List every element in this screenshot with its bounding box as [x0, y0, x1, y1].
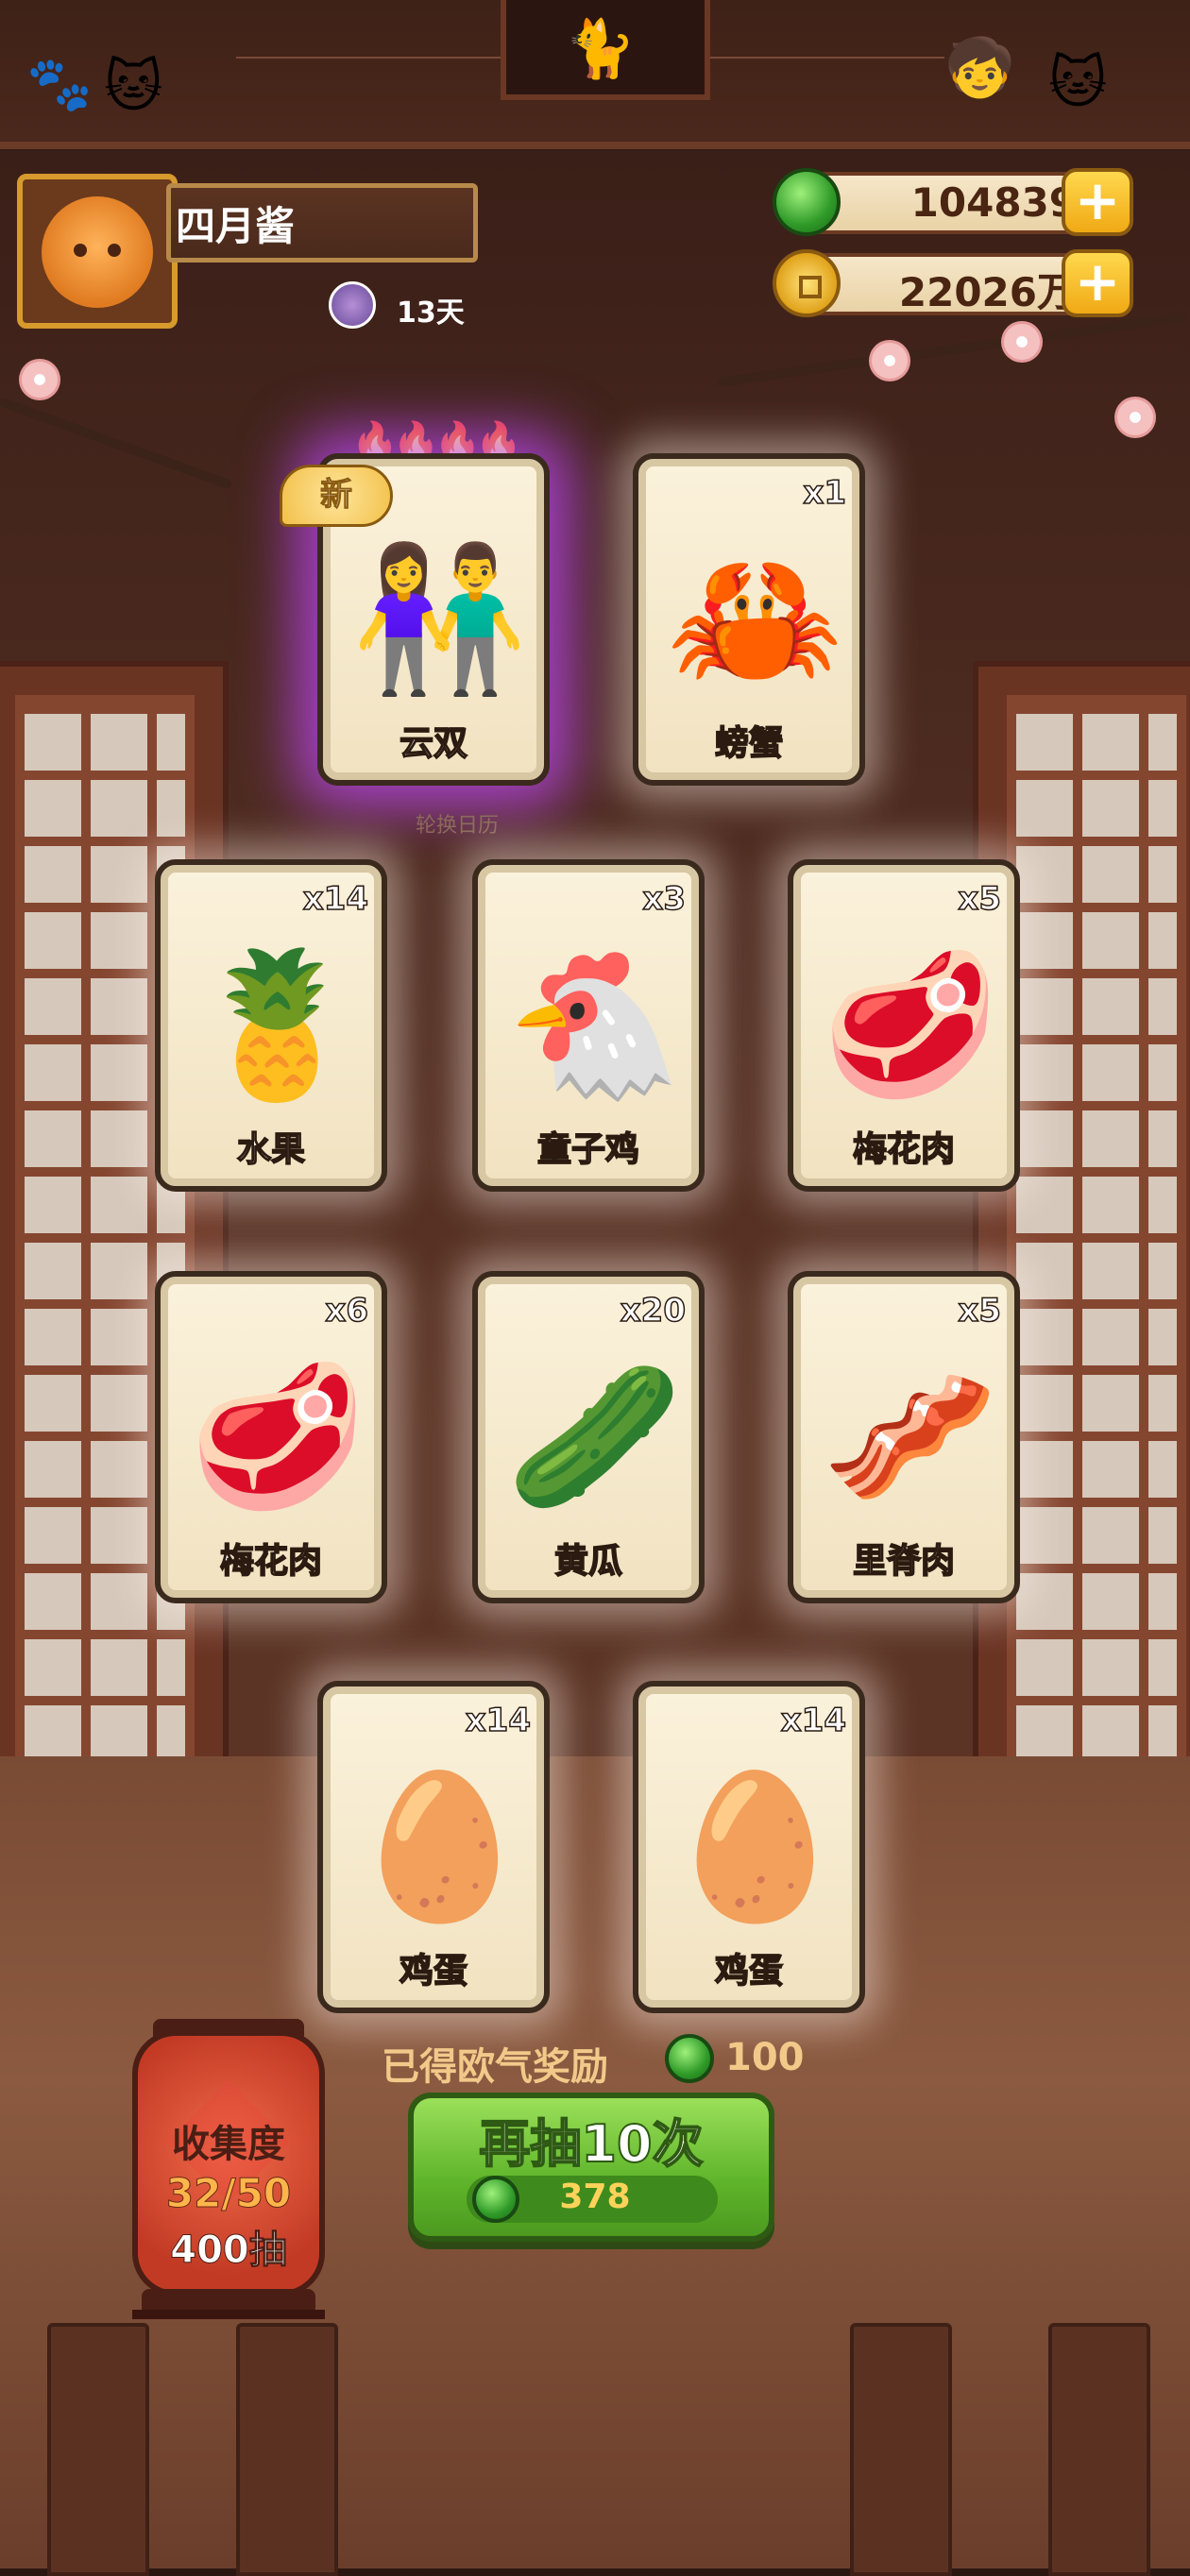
calendar-label: 轮换日历: [416, 814, 500, 838]
card-name: 鸡蛋: [399, 1951, 468, 1991]
card-count: x5: [958, 1291, 1002, 1330]
blossom-decoration: [1001, 321, 1043, 363]
coin-amount: 22026万: [898, 269, 1077, 315]
card-count: x1: [803, 473, 847, 513]
draw-again-label: 再抽10次: [478, 2113, 704, 2175]
shelf-rope: [236, 57, 501, 59]
card-name: 水果: [236, 1129, 306, 1170]
luck-reward-label: 已得欧气奖励: [382, 2045, 608, 2089]
add-coins-button[interactable]: +: [1062, 249, 1133, 317]
pork-icon: 🥩: [189, 1355, 366, 1519]
tenderloin-icon: 🥓: [822, 1355, 998, 1519]
jade-icon: [472, 2176, 519, 2223]
left-railing: [47, 2323, 149, 2576]
card-count: x14: [465, 1701, 532, 1740]
card-count: x14: [302, 879, 369, 919]
right-door: [973, 661, 1190, 1805]
fruit-icon: 🍍: [189, 943, 366, 1108]
collection-title: 收集度: [172, 2123, 285, 2166]
card-count: x5: [958, 879, 1002, 919]
reward-card[interactable]: 🥓 x5 里脊肉: [788, 1271, 1020, 1603]
reward-card[interactable]: 🥚 x14 鸡蛋: [317, 1681, 550, 2013]
jade-icon: [665, 2034, 714, 2083]
companion-days-icon: [329, 281, 376, 329]
luck-reward-value: 100: [725, 2036, 805, 2079]
jade-amount: 104839: [910, 179, 1077, 226]
card-name: 黄瓜: [553, 1541, 623, 1582]
blossom-decoration: [869, 340, 910, 381]
collection-progress: 32/50: [165, 2170, 292, 2217]
jade-icon: [773, 168, 841, 236]
reward-card[interactable]: 🥩 x5 梅花肉: [788, 859, 1020, 1192]
card-name: 里脊肉: [852, 1541, 956, 1582]
pork-icon: 🥩: [822, 943, 998, 1108]
card-name: 螃蟹: [714, 723, 784, 764]
lantern-stand: [132, 2310, 325, 2319]
blossom-decoration: [1114, 397, 1156, 438]
player-avatar[interactable]: [17, 174, 178, 329]
card-count: x14: [780, 1701, 847, 1740]
coin-icon: [773, 249, 841, 317]
reward-card[interactable]: 🥩 x6 梅花肉: [155, 1271, 387, 1603]
egg-icon: 🥚: [351, 1765, 528, 1929]
shelf-rope: [699, 57, 944, 59]
card-name: 梅花肉: [219, 1541, 323, 1582]
reward-card[interactable]: 🐔 x3 童子鸡: [472, 859, 705, 1192]
card-count: x6: [325, 1291, 369, 1330]
card-name: 梅花肉: [852, 1129, 956, 1170]
left-railing-2: [236, 2323, 338, 2576]
collection-pulls: 400抽: [170, 2229, 288, 2273]
companion-days: 13天: [397, 297, 465, 330]
reward-card[interactable]: 🥒 x20 黄瓜: [472, 1271, 705, 1603]
reward-card[interactable]: 🦀 x1 螃蟹: [633, 453, 865, 786]
cucumber-icon: 🥒: [506, 1355, 683, 1519]
left-door: [0, 661, 229, 1805]
blossom-decoration: [19, 359, 60, 400]
scholar-cat-icon: 🐈: [565, 16, 636, 82]
card-count: x3: [642, 879, 687, 919]
child-character-icon: 🧒: [944, 35, 1015, 101]
chicken-icon: 🐔: [506, 943, 683, 1108]
character-duo-icon: 👫: [351, 537, 528, 702]
card-name: 童子鸡: [536, 1129, 640, 1170]
reward-card[interactable]: 🥚 x14 鸡蛋: [633, 1681, 865, 2013]
right-railing: [850, 2323, 952, 2576]
crab-icon: 🦀: [667, 537, 843, 702]
reward-card[interactable]: 🍍 x14 水果: [155, 859, 387, 1192]
draw-cost: 378: [559, 2178, 631, 2216]
egg-icon: 🥚: [667, 1765, 843, 1929]
player-name: 四月酱: [176, 203, 296, 249]
card-name: 鸡蛋: [714, 1951, 784, 1991]
paw-frame-icon: 🐾: [26, 54, 93, 115]
right-railing-2: [1048, 2323, 1150, 2576]
card-count: x20: [620, 1291, 687, 1330]
cat-icon: 🐱: [104, 54, 163, 120]
add-jade-button[interactable]: +: [1062, 168, 1133, 236]
card-name: 云双: [399, 723, 468, 764]
new-badge: 新: [280, 465, 393, 527]
white-cat-icon: 🐱: [1048, 50, 1108, 116]
